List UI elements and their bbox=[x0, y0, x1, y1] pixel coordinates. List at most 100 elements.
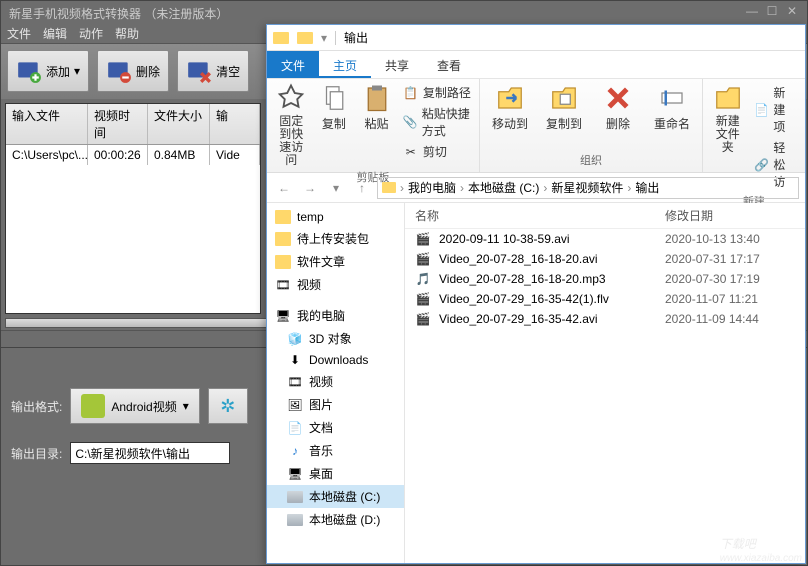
shortcut-icon: 📎 bbox=[403, 115, 418, 129]
cut-button[interactable]: ✂剪切 bbox=[403, 142, 471, 161]
menu-help[interactable]: 帮助 bbox=[115, 25, 139, 41]
file-grid: 输入文件 视频时间 文件大小 输 C:\Users\pc\... 00:00:2… bbox=[5, 103, 261, 314]
tab-file[interactable]: 文件 bbox=[267, 51, 319, 78]
delete-x-icon bbox=[603, 83, 633, 113]
delete-button[interactable]: 删除 bbox=[97, 50, 169, 92]
output-secondary-button[interactable]: ✲ bbox=[208, 388, 248, 424]
android-icon bbox=[81, 394, 105, 418]
file-list-pane: 名称 修改日期 🎬2020-09-11 10-38-59.avi2020-10-… bbox=[405, 203, 805, 563]
drive-icon bbox=[287, 491, 303, 503]
minimize-icon[interactable]: — bbox=[745, 5, 759, 17]
newitem-button[interactable]: 📄新建项 bbox=[754, 83, 797, 136]
folder-icon bbox=[297, 32, 313, 44]
crumb[interactable]: 输出 bbox=[635, 179, 659, 196]
tree-item-temp[interactable]: temp bbox=[267, 207, 404, 227]
folder-tree[interactable]: temp 待上传安装包 软件文章 🎞视频 🖥我的电脑 🧊3D 对象 ⬇Downl… bbox=[267, 203, 405, 563]
tree-item-pending[interactable]: 待上传安装包 bbox=[267, 227, 404, 250]
crumb[interactable]: 本地磁盘 (C:) bbox=[468, 179, 539, 196]
tree-item-music[interactable]: ♪音乐 bbox=[267, 439, 404, 462]
copyto-button[interactable]: 复制到 bbox=[542, 83, 586, 150]
file-type-icon: 🎬 bbox=[415, 292, 431, 306]
output-dir-input[interactable] bbox=[70, 442, 230, 464]
output-format-label: 输出格式: bbox=[11, 398, 62, 415]
grid-body: C:\Users\pc\... 00:00:26 0.84MB Vide bbox=[6, 145, 260, 313]
app-titlebar[interactable]: 新星手机视频格式转换器 （未注册版本） — ☐ ✕ bbox=[1, 1, 807, 23]
file-row[interactable]: 🎬 Video_20-07-29_16-35-42(1).flv2020-11-0… bbox=[405, 289, 805, 309]
paste-button[interactable]: 粘贴 bbox=[360, 83, 393, 167]
newfolder-button[interactable]: 新建文件夹 bbox=[711, 83, 744, 191]
newitem-icon: 📄 bbox=[754, 103, 769, 117]
file-date: 2020-07-31 17:17 bbox=[665, 252, 760, 266]
tree-item-drive-c[interactable]: 本地磁盘 (C:) bbox=[267, 485, 404, 508]
file-rows: 🎬2020-09-11 10-38-59.avi2020-10-13 13:40… bbox=[405, 229, 805, 329]
desktop-icon: 🖥 bbox=[287, 467, 303, 481]
tree-item-downloads[interactable]: ⬇Downloads bbox=[267, 350, 404, 370]
copyto-icon bbox=[549, 83, 579, 113]
output-format-button[interactable]: Android视频 ▾ bbox=[70, 388, 199, 424]
close-icon[interactable]: ✕ bbox=[785, 5, 799, 17]
rename-button[interactable]: 重命名 bbox=[650, 83, 694, 150]
tree-item-mypc[interactable]: 🖥我的电脑 bbox=[267, 304, 404, 327]
tab-view[interactable]: 查看 bbox=[423, 51, 475, 78]
menu-file[interactable]: 文件 bbox=[7, 25, 31, 41]
file-row[interactable]: 🎬2020-09-11 10-38-59.avi2020-10-13 13:40 bbox=[405, 229, 805, 249]
tree-item-drive-d[interactable]: 本地磁盘 (D:) bbox=[267, 508, 404, 531]
clear-button[interactable]: 清空 bbox=[177, 50, 249, 92]
folder-icon bbox=[382, 182, 396, 193]
tree-item-desktop[interactable]: 🖥桌面 bbox=[267, 462, 404, 485]
file-row[interactable]: 🎬Video_20-07-29_16-35-42.avi2020-11-09 1… bbox=[405, 309, 805, 329]
dropdown-icon: ▾ bbox=[74, 64, 80, 78]
grid-header: 输入文件 视频时间 文件大小 输 bbox=[6, 104, 260, 145]
file-explorer-window: ▾ 输出 文件 主页 共享 查看 固定到快速访问 复制 粘贴 bbox=[266, 24, 806, 564]
tab-share[interactable]: 共享 bbox=[371, 51, 423, 78]
file-row[interactable]: 🎵Video_20-07-28_16-18-20.mp32020-07-30 1… bbox=[405, 269, 805, 289]
tab-home[interactable]: 主页 bbox=[319, 51, 371, 78]
paste-shortcut-button[interactable]: 📎粘贴快捷方式 bbox=[403, 104, 471, 140]
col-size[interactable]: 文件大小 bbox=[148, 104, 210, 144]
crumb[interactable]: 我的电脑 bbox=[408, 179, 456, 196]
nav-forward-icon[interactable]: → bbox=[299, 177, 321, 199]
drive-icon bbox=[287, 514, 303, 526]
address-box[interactable]: › 我的电脑› 本地磁盘 (C:)› 新星视频软件› 输出 bbox=[377, 177, 799, 199]
rename-icon bbox=[657, 83, 687, 113]
grid-row[interactable]: C:\Users\pc\... 00:00:26 0.84MB Vide bbox=[6, 145, 260, 165]
paste-icon bbox=[362, 83, 392, 113]
menu-edit[interactable]: 编辑 bbox=[43, 25, 67, 41]
ribbon: 固定到快速访问 复制 粘贴 📋复制路径 📎粘贴快捷方式 ✂剪切 剪贴板 bbox=[267, 79, 805, 173]
add-button[interactable]: 添加 ▾ bbox=[7, 50, 89, 92]
file-type-icon: 🎬 bbox=[415, 232, 431, 246]
nav-up-icon[interactable]: ↑ bbox=[351, 177, 373, 199]
video-icon: 🎞 bbox=[287, 375, 303, 389]
tree-item-video2[interactable]: 🎞视频 bbox=[267, 370, 404, 393]
pin-quickaccess-button[interactable]: 固定到快速访问 bbox=[275, 83, 308, 167]
nav-back-icon[interactable]: ← bbox=[273, 177, 295, 199]
file-row[interactable]: 🎬Video_20-07-28_16-18-20.avi2020-07-31 1… bbox=[405, 249, 805, 269]
col-input[interactable]: 输入文件 bbox=[6, 104, 88, 144]
copy-button[interactable]: 复制 bbox=[318, 83, 351, 167]
chevron-down-icon[interactable]: ▾ bbox=[321, 31, 327, 45]
folder-icon bbox=[273, 32, 289, 44]
tree-item-3d[interactable]: 🧊3D 对象 bbox=[267, 327, 404, 350]
tree-item-documents[interactable]: 📄文档 bbox=[267, 416, 404, 439]
atom-icon: ✲ bbox=[220, 396, 235, 417]
moveto-button[interactable]: 移动到 bbox=[488, 83, 532, 150]
clear-film-icon bbox=[186, 58, 212, 84]
tree-item-video[interactable]: 🎞视频 bbox=[267, 273, 404, 296]
nav-history-icon[interactable]: ▾ bbox=[325, 177, 347, 199]
file-name: Video_20-07-29_16-35-42(1).flv bbox=[439, 292, 665, 306]
col-status[interactable]: 输 bbox=[210, 104, 260, 144]
file-name: Video_20-07-29_16-35-42.avi bbox=[439, 312, 665, 326]
col-name[interactable]: 名称 bbox=[415, 207, 665, 224]
col-modified[interactable]: 修改日期 bbox=[665, 207, 795, 224]
add-film-icon bbox=[16, 58, 42, 84]
ribbon-delete-button[interactable]: 删除 bbox=[596, 83, 640, 150]
folder-icon bbox=[275, 232, 291, 246]
tree-item-articles[interactable]: 软件文章 bbox=[267, 250, 404, 273]
menu-action[interactable]: 动作 bbox=[79, 25, 103, 41]
file-date: 2020-11-07 11:21 bbox=[665, 292, 758, 306]
tree-item-pictures[interactable]: 🖼图片 bbox=[267, 393, 404, 416]
col-duration[interactable]: 视频时间 bbox=[88, 104, 148, 144]
copy-path-button[interactable]: 📋复制路径 bbox=[403, 83, 471, 102]
maximize-icon[interactable]: ☐ bbox=[765, 5, 779, 17]
crumb[interactable]: 新星视频软件 bbox=[551, 179, 623, 196]
